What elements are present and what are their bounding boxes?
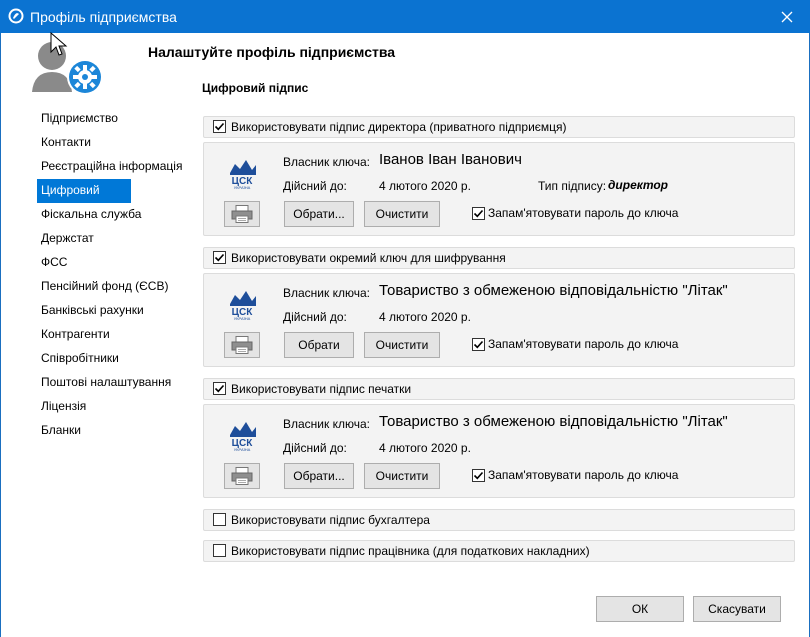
cancel-button[interactable]: Скасувати — [693, 596, 781, 622]
sidebar-item-pension-fund[interactable]: Пенсійний фонд (ЄСВ) — [37, 275, 187, 299]
encryption-key-panel: ЦСК УКРАЇНА Власник ключа: Товариство з … — [203, 273, 795, 367]
checkmark-icon — [214, 253, 225, 262]
remember-password-option[interactable]: Запам'ятовувати пароль до ключа — [472, 337, 678, 351]
valid-until-value: 4 лютого 2020 р. — [379, 179, 471, 193]
window-border-left — [0, 33, 1, 637]
stamp-key-panel: ЦСК УКРАЇНА Власник ключа: Товариство з … — [203, 404, 795, 498]
clear-key-button[interactable]: Очистити — [364, 201, 440, 227]
sidebar-item-derzhstat[interactable]: Держстат — [37, 227, 187, 251]
window-titlebar: Профіль підприємства — [0, 0, 810, 33]
sign-type-value: директор — [608, 178, 669, 192]
valid-until-label: Дійсний до: — [283, 310, 347, 324]
choose-key-button[interactable]: Обрати... — [284, 463, 354, 489]
checkmark-icon — [473, 471, 484, 479]
clear-key-button[interactable]: Очистити — [364, 463, 440, 489]
sidebar-item-fiscal-service[interactable]: Фіскальна служба — [37, 203, 187, 227]
valid-until-label: Дійсний до: — [283, 441, 347, 455]
sidebar-item-registration[interactable]: Реєстраційна інформація — [37, 155, 187, 179]
print-certificate-button[interactable] — [224, 201, 260, 227]
sidebar-item-fss[interactable]: ФСС — [37, 251, 187, 275]
accountant-signature-row[interactable]: Використовувати підпис бухгалтера — [203, 509, 795, 531]
stamp-signature-row[interactable]: Використовувати підпис печатки — [203, 378, 795, 400]
director-signature-checkbox[interactable] — [213, 120, 226, 133]
app-icon — [8, 8, 24, 24]
key-owner-label: Власник ключа: — [283, 417, 370, 431]
remember-password-checkbox[interactable] — [472, 337, 485, 351]
svg-text:УКРАЇНА: УКРАЇНА — [234, 316, 251, 320]
mouse-cursor-icon — [50, 32, 68, 56]
stamp-signature-checkbox[interactable] — [213, 382, 226, 395]
accountant-signature-label: Використовувати підпис бухгалтера — [231, 513, 430, 527]
encryption-key-row[interactable]: Використовувати окремий ключ для шифрува… — [203, 247, 795, 269]
choose-key-button[interactable]: Обрати — [284, 332, 354, 358]
director-signature-label: Використовувати підпис директора (приват… — [231, 120, 567, 134]
director-key-panel: ЦСК УКРАЇНА Власник ключа: Іванов Іван І… — [203, 142, 795, 236]
page-title: Налаштуйте профіль підприємства — [148, 44, 396, 60]
sidebar-item-enterprise[interactable]: Підприємство — [37, 107, 187, 131]
checkmark-icon — [214, 122, 225, 131]
print-certificate-button[interactable] — [224, 332, 260, 358]
remember-password-label: Запам'ятовувати пароль до ключа — [488, 468, 679, 482]
sidebar-item-bank-accounts[interactable]: Банківські рахунки — [37, 299, 187, 323]
remember-password-option[interactable]: Запам'ятовувати пароль до ключа — [472, 468, 678, 482]
employee-signature-checkbox[interactable] — [213, 544, 226, 557]
sidebar-item-counterparties[interactable]: Контрагенти — [37, 323, 187, 347]
close-icon — [781, 11, 793, 22]
printer-icon — [231, 467, 253, 485]
director-signature-row[interactable]: Використовувати підпис директора (приват… — [203, 116, 795, 138]
stamp-signature-label: Використовувати підпис печатки — [231, 382, 412, 396]
valid-until-value: 4 лютого 2020 р. — [379, 441, 471, 455]
ok-button[interactable]: ОК — [596, 596, 684, 622]
employee-signature-label: Використовувати підпис працівника (для п… — [231, 544, 590, 558]
checkmark-icon — [214, 384, 225, 393]
key-owner-label: Власник ключа: — [283, 286, 370, 300]
accountant-signature-checkbox[interactable] — [213, 513, 226, 526]
key-owner-value: Товариство з обмеженою відповідальністю … — [379, 282, 728, 299]
remember-password-checkbox[interactable] — [472, 468, 485, 482]
choose-key-button[interactable]: Обрати... — [284, 201, 354, 227]
printer-icon — [231, 336, 253, 354]
remember-password-label: Запам'ятовувати пароль до ключа — [488, 337, 679, 351]
key-owner-label: Власник ключа: — [283, 155, 370, 169]
key-owner-value: Товариство з обмеженою відповідальністю … — [379, 413, 728, 430]
svg-text:УКРАЇНА: УКРАЇНА — [234, 447, 251, 451]
sidebar-item-forms[interactable]: Бланки — [37, 419, 187, 443]
csk-logo-icon: ЦСК УКРАЇНА — [230, 422, 256, 451]
remember-password-checkbox[interactable] — [472, 206, 485, 220]
sidebar-item-mail-settings[interactable]: Поштові налаштування — [37, 371, 187, 395]
remember-password-option[interactable]: Запам'ятовувати пароль до ключа — [472, 206, 678, 220]
valid-until-value: 4 лютого 2020 р. — [379, 310, 471, 324]
encryption-key-label: Використовувати окремий ключ для шифрува… — [231, 251, 506, 265]
csk-logo-icon: ЦСК УКРАЇНА — [230, 160, 256, 189]
printer-icon — [231, 205, 253, 223]
key-owner-value: Іванов Іван Іванович — [379, 151, 522, 168]
valid-until-label: Дійсний до: — [283, 179, 347, 193]
remember-password-label: Запам'ятовувати пароль до ключа — [488, 206, 679, 220]
window-title: Профіль підприємства — [30, 9, 177, 25]
checkmark-icon — [473, 209, 484, 217]
sign-type-label: Тип підпису: — [538, 179, 607, 193]
print-certificate-button[interactable] — [224, 463, 260, 489]
clear-key-button[interactable]: Очистити — [364, 332, 440, 358]
checkmark-icon — [473, 340, 484, 348]
section-title: Цифровий підпис — [202, 81, 309, 95]
close-button[interactable] — [764, 0, 810, 33]
sidebar-item-employees[interactable]: Співробітники — [37, 347, 187, 371]
svg-text:УКРАЇНА: УКРАЇНА — [234, 185, 251, 189]
sidebar-item-contacts[interactable]: Контакти — [37, 131, 187, 155]
encryption-key-checkbox[interactable] — [213, 251, 226, 264]
sidebar-item-digital-signature[interactable]: Цифровий підпис — [37, 179, 131, 219]
employee-signature-row[interactable]: Використовувати підпис працівника (для п… — [203, 540, 795, 562]
sidebar-item-license[interactable]: Ліцензія — [37, 395, 187, 419]
sidebar-nav: Підприємство Контакти Реєстраційна інфор… — [37, 107, 187, 443]
csk-logo-icon: ЦСК УКРАЇНА — [230, 291, 256, 320]
